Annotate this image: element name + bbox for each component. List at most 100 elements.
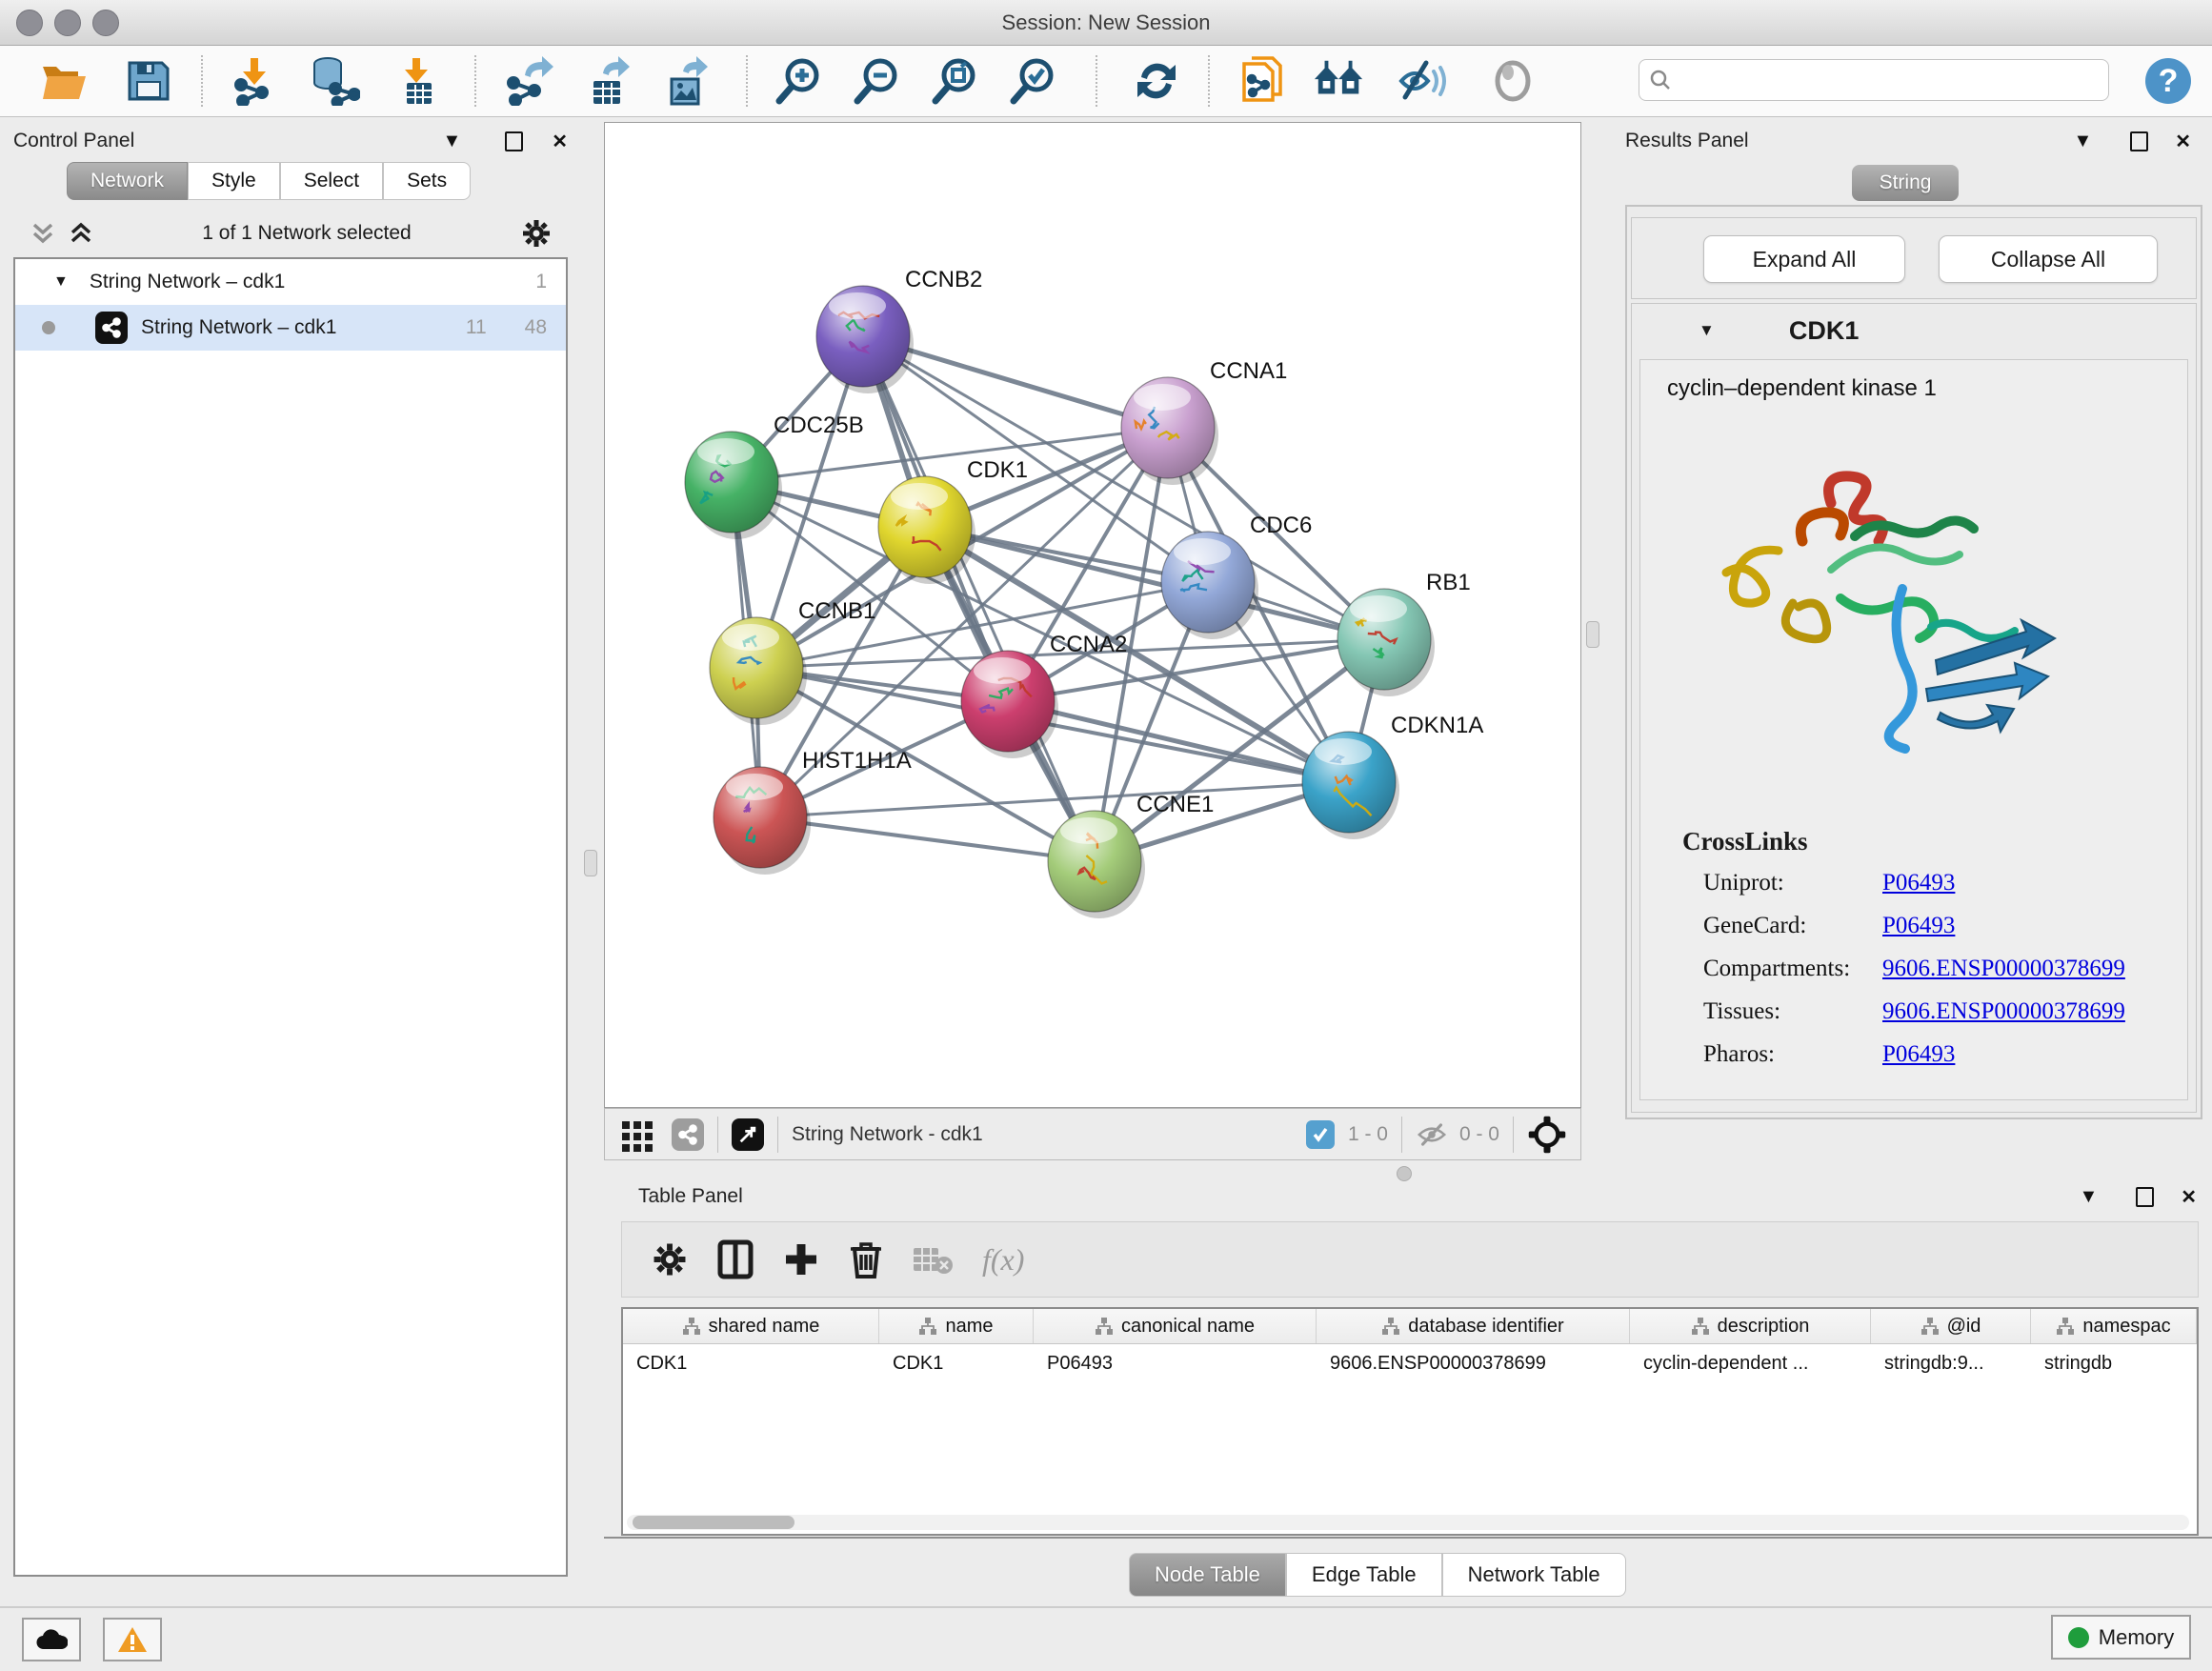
table-cell[interactable]: CDK1	[879, 1344, 1034, 1382]
network-graph[interactable]: CCNB2CCNA1CDC25BCDK1CDC6RB1CCNB1CCNA2CDK…	[605, 123, 1580, 1107]
tab-edge-table[interactable]: Edge Table	[1286, 1553, 1442, 1597]
table-cell[interactable]: cyclin-dependent ...	[1630, 1344, 1871, 1382]
panel-close-icon[interactable]: ✕	[2175, 130, 2191, 153]
tab-select[interactable]: Select	[280, 162, 383, 200]
panel-menu-icon[interactable]: ▼	[2073, 131, 2092, 152]
column-header[interactable]: description	[1630, 1309, 1871, 1343]
control-panel-tabs: Network Style Select Sets	[67, 162, 471, 200]
memory-button[interactable]: Memory	[2051, 1615, 2191, 1660]
scrollbar-thumb[interactable]	[633, 1516, 794, 1529]
collapse-all-icon[interactable]	[30, 219, 55, 248]
refresh-icon[interactable]	[1130, 56, 1183, 106]
horizontal-splitter-grip[interactable]	[1397, 1166, 1412, 1181]
panel-float-icon[interactable]	[2136, 1187, 2154, 1207]
title-bar: Session: New Session	[0, 0, 2212, 46]
selection-status: 1 of 1 Network selected	[93, 222, 520, 245]
table-cell[interactable]: stringdb	[2031, 1344, 2197, 1382]
column-header[interactable]: database identifier	[1317, 1309, 1630, 1343]
crosslink-value-link[interactable]: P06493	[1882, 913, 1955, 939]
tree-expanded-icon[interactable]: ▼	[53, 273, 69, 291]
panel-close-icon[interactable]: ✕	[552, 130, 568, 153]
column-header[interactable]: @id	[1871, 1309, 2031, 1343]
export-network-icon[interactable]	[503, 56, 556, 106]
import-network-from-database-icon[interactable]	[307, 56, 360, 106]
hidden-eye-icon[interactable]	[1416, 1121, 1448, 1148]
network-label: String Network – cdk1	[141, 316, 336, 339]
toolbar-separator	[1208, 55, 1210, 107]
show-column-icon[interactable]	[717, 1239, 754, 1279]
table-row[interactable]: CDK1CDK1P064939606.ENSP00000378699cyclin…	[623, 1344, 2197, 1382]
panel-float-icon[interactable]	[2130, 131, 2148, 151]
network-edge[interactable]	[1008, 701, 1349, 782]
gene-section-header[interactable]: ▼ CDK1	[1632, 304, 2196, 357]
table-cell[interactable]: stringdb:9...	[1871, 1344, 2031, 1382]
crosslink-label: GeneCard:	[1703, 913, 1882, 939]
table-horizontal-scrollbar[interactable]	[627, 1515, 2189, 1530]
expand-all-icon[interactable]	[69, 219, 93, 248]
column-header[interactable]: namespac	[2031, 1309, 2197, 1343]
viewbar-separator	[777, 1117, 778, 1153]
tab-node-table[interactable]: Node Table	[1129, 1553, 1286, 1597]
single-view-icon[interactable]	[672, 1118, 704, 1151]
open-session-icon[interactable]	[38, 56, 91, 106]
search-input[interactable]	[1672, 62, 2108, 98]
tab-network-table[interactable]: Network Table	[1442, 1553, 1626, 1597]
grid-mode-icon[interactable]	[620, 1117, 654, 1152]
crosslink-row: Tissues:9606.ENSP00000378699	[1703, 998, 2180, 1025]
warning-icon	[117, 1626, 148, 1653]
birds-eye-view-icon[interactable]	[732, 1118, 764, 1151]
expand-all-button[interactable]: Expand All	[1703, 235, 1905, 283]
column-header[interactable]: canonical name	[1034, 1309, 1317, 1343]
network-tree: ▼ String Network – cdk1 1 String Network…	[13, 257, 568, 1577]
table-settings-gear-icon[interactable]	[651, 1240, 689, 1278]
column-header[interactable]: shared name	[623, 1309, 879, 1343]
network-canvas[interactable]: CCNB2CCNA1CDC25BCDK1CDC6RB1CCNB1CCNA2CDK…	[604, 122, 1581, 1108]
tab-string[interactable]: String	[1852, 165, 1959, 201]
tab-network[interactable]: Network	[67, 162, 188, 200]
selected-checkbox-icon[interactable]	[1306, 1120, 1335, 1149]
import-table-from-file-icon[interactable]	[391, 56, 444, 106]
hide-graphics-details-icon[interactable]	[1397, 56, 1450, 106]
left-splitter-handle[interactable]	[584, 850, 597, 876]
tab-style[interactable]: Style	[188, 162, 280, 200]
collapse-all-button[interactable]: Collapse All	[1939, 235, 2158, 283]
crosslink-value-link[interactable]: 9606.ENSP00000378699	[1882, 998, 2125, 1025]
export-table-icon[interactable]	[581, 56, 634, 106]
zoom-selected-icon[interactable]	[1006, 56, 1059, 106]
panel-close-icon[interactable]: ✕	[2181, 1185, 2197, 1209]
crosslink-value-link[interactable]: P06493	[1882, 870, 1955, 896]
export-image-icon[interactable]	[659, 56, 713, 106]
network-from-selection-icon[interactable]	[1235, 56, 1288, 106]
zoom-fit-icon[interactable]	[928, 56, 981, 106]
panel-float-icon[interactable]	[505, 131, 523, 151]
network-collection-row[interactable]: ▼ String Network – cdk1 1	[15, 259, 566, 305]
import-network-from-file-icon[interactable]	[229, 56, 282, 106]
delete-column-icon[interactable]	[849, 1239, 883, 1279]
panel-menu-icon[interactable]: ▼	[2079, 1186, 2098, 1208]
gear-icon[interactable]	[520, 217, 553, 250]
table-cell[interactable]: CDK1	[623, 1344, 879, 1382]
column-header[interactable]: name	[879, 1309, 1034, 1343]
table-cell[interactable]: 9606.ENSP00000378699	[1317, 1344, 1630, 1382]
warnings-button[interactable]	[103, 1618, 162, 1661]
crosslink-value-link[interactable]: P06493	[1882, 1041, 1955, 1068]
panel-menu-icon[interactable]: ▼	[442, 131, 461, 152]
column-type-icon	[1095, 1317, 1114, 1336]
zoom-out-icon[interactable]	[850, 56, 903, 106]
tab-sets[interactable]: Sets	[383, 162, 471, 200]
crosslink-value-link[interactable]: 9606.ENSP00000378699	[1882, 956, 2125, 982]
pan-crosshair-icon[interactable]	[1527, 1115, 1567, 1155]
network-edge[interactable]	[863, 336, 1095, 861]
table-cell[interactable]: P06493	[1034, 1344, 1317, 1382]
save-session-icon[interactable]	[122, 56, 175, 106]
control-panel-header: Control Panel ▼ ✕	[13, 127, 581, 155]
add-column-icon[interactable]	[782, 1240, 820, 1278]
cloud-status-button[interactable]	[22, 1618, 81, 1661]
zoom-in-icon[interactable]	[772, 56, 825, 106]
right-splitter-handle[interactable]	[1586, 621, 1599, 648]
help-icon[interactable]: ?	[2142, 56, 2195, 106]
houses-icon[interactable]	[1313, 56, 1366, 106]
show-graphics-details-icon[interactable]	[1486, 56, 1539, 106]
section-collapse-icon[interactable]: ▼	[1699, 321, 1715, 340]
network-row[interactable]: String Network – cdk1 11 48	[15, 305, 566, 351]
